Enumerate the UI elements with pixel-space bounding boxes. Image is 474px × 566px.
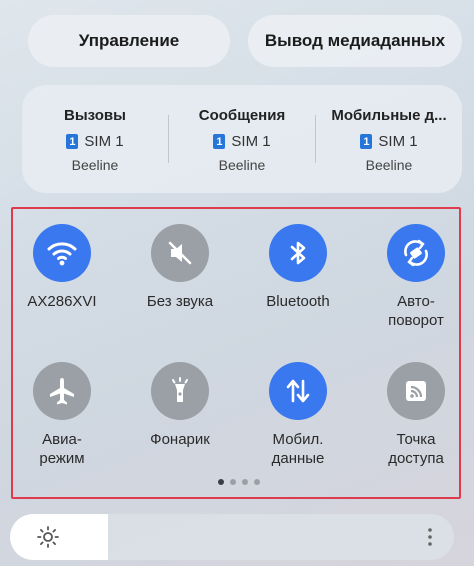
tile-mute[interactable]: Без звука	[126, 224, 234, 311]
sim-1-icon: 1	[213, 134, 226, 149]
tile-label-2: доступа	[388, 450, 444, 467]
page-dot[interactable]	[254, 479, 260, 485]
page-indicator[interactable]	[218, 479, 260, 485]
sim-mobile-data-item[interactable]: Мобильные д... 1 SIM 1 Beeline	[316, 85, 462, 193]
page-dot[interactable]	[230, 479, 236, 485]
mute-icon	[151, 224, 209, 282]
sim-mobile-data-carrier: Beeline	[365, 157, 413, 173]
tile-airplane[interactable]: Авиа-режим	[8, 362, 116, 468]
sim-messages-title: Сообщения	[198, 107, 286, 124]
tile-label: Мобил.	[272, 431, 324, 448]
tile-label-2: поворот	[388, 312, 444, 329]
tile-wifi[interactable]: AX286XVI	[8, 224, 116, 311]
sim-calls-sim: SIM 1	[84, 133, 124, 150]
sim-messages-carrier: Beeline	[218, 157, 266, 173]
sim-calls-item[interactable]: Вызовы 1 SIM 1 Beeline	[22, 85, 168, 193]
tile-label: AX286XVI	[27, 293, 97, 310]
tile-label: Без звука	[146, 293, 214, 310]
tile-label: Фонарик	[150, 431, 210, 448]
tile-mobile-data[interactable]: Мобил. данные	[244, 362, 352, 468]
tile-label: Авто-	[397, 293, 435, 310]
wifi-icon	[33, 224, 91, 282]
sun-icon	[36, 525, 60, 554]
sim-messages-item[interactable]: Сообщения 1 SIM 1 Beeline	[169, 85, 315, 193]
flashlight-icon	[151, 362, 209, 420]
sim-1-icon: 1	[66, 134, 79, 149]
mobile-data-icon	[269, 362, 327, 420]
page-dot[interactable]	[218, 479, 224, 485]
tile-bluetooth[interactable]: Bluetooth	[244, 224, 352, 311]
tile-label: Авиа-	[42, 431, 82, 448]
tile-label-2: режим	[39, 450, 85, 467]
sim-1-icon: 1	[360, 134, 373, 149]
tile-auto-rotate[interactable]: Авто-поворот	[362, 224, 470, 330]
sim-mobile-data-sim: SIM 1	[378, 133, 418, 150]
tile-label-2: данные	[271, 450, 325, 467]
sim-calls-carrier: Beeline	[71, 157, 119, 173]
more-options-icon[interactable]	[426, 525, 434, 554]
control-button[interactable]: Управление	[28, 15, 230, 67]
brightness-slider[interactable]	[10, 514, 454, 560]
tile-label: Точка	[396, 431, 436, 448]
airplane-icon	[33, 362, 91, 420]
bluetooth-icon	[269, 224, 327, 282]
sim-calls-title: Вызовы	[64, 107, 126, 124]
auto-rotate-icon	[387, 224, 445, 282]
tile-hotspot[interactable]: Точка доступа	[362, 362, 470, 468]
tile-flashlight[interactable]: Фонарик	[126, 362, 234, 449]
tile-label: Bluetooth	[266, 293, 330, 310]
sim-messages-sim: SIM 1	[231, 133, 271, 150]
media-output-button[interactable]: Вывод медиаданных	[248, 15, 462, 67]
sim-settings-panel: Вызовы 1 SIM 1 Beeline Сообщения 1 SIM 1 B…	[22, 85, 462, 193]
page-dot[interactable]	[242, 479, 248, 485]
sim-mobile-data-title: Мобильные д...	[331, 107, 447, 124]
hotspot-icon	[387, 362, 445, 420]
